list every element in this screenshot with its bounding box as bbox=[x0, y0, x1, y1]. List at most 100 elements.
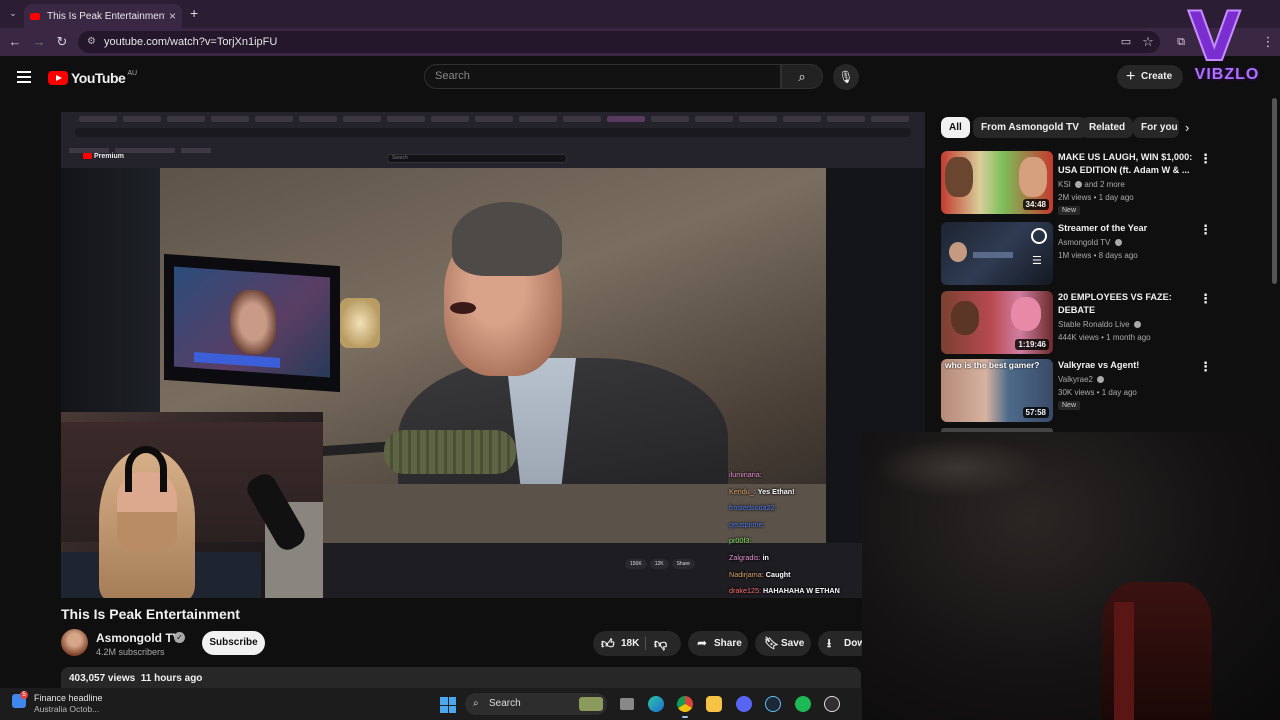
subscriber-count: 4.2M subscribers bbox=[96, 647, 165, 657]
recommendation-channel[interactable]: Stable Ronaldo Live bbox=[1058, 320, 1141, 329]
steam-icon[interactable] bbox=[765, 696, 781, 712]
file-explorer-icon[interactable] bbox=[706, 696, 722, 712]
view-stats: 403,057 views 11 hours ago bbox=[69, 673, 202, 684]
create-button[interactable]: + Create bbox=[1117, 65, 1183, 89]
channel-avatar[interactable] bbox=[61, 629, 88, 656]
dislike-icon[interactable]: 👎︎ bbox=[654, 631, 667, 656]
more-icon[interactable]: ⋮ bbox=[1199, 151, 1212, 167]
inner-tab bbox=[563, 116, 601, 122]
background-monitor bbox=[164, 253, 340, 393]
recommendation-meta: 1M views • 8 days ago bbox=[1058, 251, 1138, 260]
inner-like-count: 156K bbox=[625, 559, 647, 569]
tab-search-dropdown-icon[interactable]: ⌄ bbox=[6, 6, 20, 20]
page-scrollbar[interactable] bbox=[1272, 98, 1277, 284]
windows-start-icon[interactable] bbox=[440, 697, 456, 713]
recommendation-item[interactable]: 1:19:46 20 EMPLOYEES VS FAZE: DEBATE Sta… bbox=[941, 291, 1241, 355]
video-thumbnail[interactable]: 1:19:46 bbox=[941, 291, 1053, 354]
inner-tab bbox=[79, 116, 117, 122]
widget-subtitle: Australia Octob... bbox=[34, 704, 100, 714]
video-thumbnail[interactable]: 34:48 bbox=[941, 151, 1053, 214]
streamer-webcam-overlay bbox=[862, 432, 1280, 720]
inner-tab bbox=[123, 116, 161, 122]
inner-tab bbox=[475, 116, 513, 122]
site-info-icon[interactable]: ⚙ bbox=[87, 31, 96, 53]
inner-tab bbox=[651, 116, 689, 122]
verified-check-icon bbox=[1114, 239, 1122, 247]
inner-bookmarks bbox=[69, 140, 269, 153]
news-widget-icon[interactable]: 5 bbox=[12, 691, 28, 708]
inner-tab bbox=[607, 116, 645, 122]
recommendation-title[interactable]: 20 EMPLOYEES VS FAZE: DEBATE bbox=[1058, 291, 1198, 317]
edge-icon[interactable] bbox=[648, 696, 664, 712]
windows-taskbar: 5 Finance headline Australia Octob... ⌕ … bbox=[0, 688, 862, 720]
inner-tab bbox=[255, 116, 293, 122]
like-count[interactable]: 18K bbox=[621, 631, 639, 656]
cast-icon[interactable]: ▭ bbox=[1116, 32, 1136, 52]
inner-search-box: Search bbox=[387, 154, 567, 163]
video-thumbnail[interactable]: who is the best gamer? 57:58 bbox=[941, 359, 1053, 422]
discord-icon[interactable] bbox=[736, 696, 752, 712]
create-label: Create bbox=[1141, 71, 1173, 82]
video-duration: 34:48 bbox=[1022, 199, 1049, 210]
watch-later-icon[interactable] bbox=[1031, 228, 1047, 244]
search-button[interactable]: ⌕ bbox=[781, 64, 823, 89]
watermark-text: VIBZLO bbox=[1194, 66, 1260, 83]
studio-microphone bbox=[384, 430, 516, 474]
recommendation-meta: 30K views • 1 day ago bbox=[1058, 388, 1137, 397]
verified-check-icon: ✓ bbox=[174, 632, 185, 643]
chip-from-asmongold[interactable]: From Asmongold TV bbox=[973, 117, 1087, 138]
close-tab-icon[interactable]: × bbox=[169, 9, 176, 23]
reload-icon[interactable]: ↻ bbox=[52, 32, 72, 52]
verified-check-icon bbox=[1097, 376, 1105, 384]
chip-for-you[interactable]: For you bbox=[1133, 117, 1179, 138]
more-icon[interactable]: ⋮ bbox=[1199, 222, 1212, 238]
recommendation-item[interactable]: who is the best gamer? 57:58 Valkyrae vs… bbox=[941, 359, 1241, 423]
task-view-icon[interactable] bbox=[620, 698, 634, 710]
spotify-icon[interactable] bbox=[795, 696, 811, 712]
hamburger-icon[interactable] bbox=[17, 71, 31, 83]
chip-all[interactable]: All bbox=[941, 117, 970, 138]
more-icon[interactable]: ⋮ bbox=[1199, 291, 1212, 307]
youtube-wordmark: YouTube bbox=[71, 70, 126, 86]
chevron-right-icon[interactable]: › bbox=[1185, 117, 1201, 138]
widget-title[interactable]: Finance headline bbox=[34, 693, 103, 703]
chrome-icon[interactable] bbox=[677, 696, 693, 718]
recommendation-title[interactable]: Valkyrae vs Agent! bbox=[1058, 359, 1198, 372]
address-bar[interactable]: ⚙ youtube.com/watch?v=TorjXn1ipFU bbox=[78, 31, 1160, 53]
search-input[interactable]: Search bbox=[424, 64, 781, 89]
channel-name[interactable]: Asmongold TV bbox=[96, 631, 181, 645]
forward-icon[interactable]: → bbox=[29, 32, 49, 52]
recommendation-item[interactable]: 34:48 MAKE US LAUGH, WIN $1,000: USA EDI… bbox=[941, 151, 1241, 215]
taskbar-search[interactable]: ⌕ Search bbox=[465, 693, 607, 715]
plus-icon: + bbox=[1126, 68, 1136, 85]
recommendation-channel[interactable]: Valkyrae2 bbox=[1058, 375, 1105, 384]
recommendation-title[interactable]: MAKE US LAUGH, WIN $1,000: USA EDITION (… bbox=[1058, 151, 1198, 177]
browser-tab[interactable]: This Is Peak Entertainment - Yo × bbox=[24, 4, 182, 28]
inner-tab bbox=[695, 116, 733, 122]
recommendation-title[interactable]: Streamer of the Year bbox=[1058, 222, 1198, 235]
add-to-queue-icon[interactable]: ☰ bbox=[1032, 254, 1042, 267]
tab-title: This Is Peak Entertainment - Yo bbox=[47, 10, 165, 22]
save-label: Save bbox=[781, 638, 805, 649]
share-button[interactable]: ➦ Share bbox=[688, 631, 748, 656]
new-tab-button[interactable]: + bbox=[190, 6, 204, 20]
inner-dislike-count: 12K bbox=[649, 559, 669, 569]
chip-related[interactable]: Related bbox=[1081, 117, 1134, 138]
save-button[interactable]: 🔖︎ Save bbox=[755, 631, 811, 656]
recommendation-channel[interactable]: Asmongold TV bbox=[1058, 238, 1122, 247]
recommendation-channel[interactable]: KSI and 2 more bbox=[1058, 180, 1125, 189]
new-badge: New bbox=[1058, 401, 1081, 410]
subscribe-button[interactable]: Subscribe bbox=[202, 631, 265, 655]
voice-search-button[interactable]: 🎙 bbox=[833, 64, 859, 90]
back-icon[interactable]: ← bbox=[5, 32, 25, 52]
browser-toolbar: ← → ↻ ⚙ youtube.com/watch?v=TorjXn1ipFU … bbox=[0, 28, 1280, 56]
video-player[interactable]: Premium Search iluminaria: Kendu_: Yes E… bbox=[61, 112, 925, 598]
video-thumbnail[interactable]: ☰ bbox=[941, 222, 1053, 285]
youtube-logo[interactable]: YouTube AU bbox=[48, 70, 137, 86]
recommendation-item[interactable]: ☰ Streamer of the Year Asmongold TV 1M v… bbox=[941, 222, 1241, 286]
like-icon[interactable]: 👍︎ bbox=[601, 631, 615, 656]
more-icon[interactable]: ⋮ bbox=[1199, 359, 1212, 375]
video-inner-browser-bar: Premium Search bbox=[61, 112, 925, 168]
obs-icon[interactable] bbox=[824, 696, 840, 712]
bookmark-star-icon[interactable]: ☆ bbox=[1138, 32, 1158, 52]
